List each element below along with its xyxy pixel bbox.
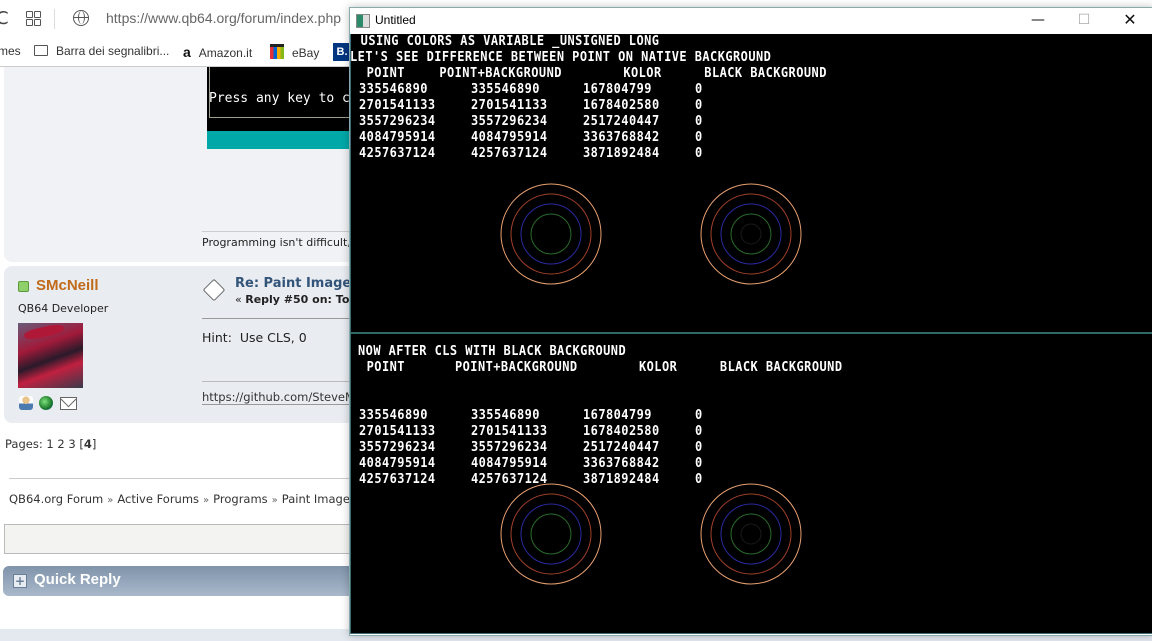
post-username[interactable]: SMcNeill: [36, 277, 99, 294]
circle-ring: [710, 193, 792, 275]
breadcrumb-divider: [9, 478, 364, 479]
circle-ring: [500, 183, 602, 285]
circle-ring: [720, 503, 782, 565]
expand-plus-icon[interactable]: +: [13, 574, 27, 588]
pagination: Pages: 1 2 3 [4]: [5, 437, 97, 451]
circle-ring: [520, 203, 582, 265]
action-bar: [4, 524, 366, 554]
breadcrumb-active-forums[interactable]: Active Forums: [117, 492, 199, 506]
breadcrumb-forum[interactable]: QB64.org Forum: [9, 492, 103, 506]
bookmark-ebay[interactable]: eBay: [270, 44, 319, 60]
app-icon: [356, 14, 370, 28]
minimize-button[interactable]: —: [1015, 8, 1061, 34]
bookmark-amazon[interactable]: a Amazon.it: [183, 44, 252, 60]
page-link-3[interactable]: 3: [68, 437, 75, 451]
circle-ring: [510, 493, 592, 575]
previous-post: Press any key to c Programming isn't dif…: [4, 67, 364, 262]
circle-ring: [530, 213, 572, 255]
apps-icon[interactable]: [26, 11, 41, 26]
online-status-icon: [18, 281, 29, 292]
circle-ring: [740, 523, 762, 545]
quick-reply-header[interactable]: + Quick Reply: [3, 566, 364, 596]
amazon-icon: a: [183, 44, 191, 60]
post-subject[interactable]: Re: Paint Image: [235, 276, 351, 291]
toolbar-separator: [54, 9, 55, 29]
folder-icon: [34, 45, 48, 56]
close-button[interactable]: ✕: [1107, 8, 1152, 34]
post-meta: « Reply #50 on: To: [235, 293, 350, 306]
circle-ring: [520, 503, 582, 565]
program-output: USING COLORS AS VARIABLE _UNSIGNED LONG …: [350, 34, 1152, 634]
ebay-icon: [270, 44, 284, 59]
page-current: 4: [83, 437, 92, 451]
avatar[interactable]: [18, 323, 83, 388]
post-signature-divider: [202, 381, 362, 382]
page-link-2[interactable]: 2: [57, 437, 64, 451]
breadcrumb-programs[interactable]: Programs: [213, 492, 268, 506]
post-body: Hint: Use CLS, 0: [202, 330, 307, 345]
page-link-1[interactable]: 1: [46, 437, 53, 451]
website-globe-icon[interactable]: [39, 396, 53, 410]
screenshot-teal-bar: [207, 131, 357, 149]
quick-reply-label: Quick Reply: [34, 571, 121, 588]
circle-ring: [510, 193, 592, 275]
breadcrumb: QB64.org Forum» Active Forums» Programs» Pa…: [9, 492, 350, 506]
signature-text: Programming isn't difficult,: [202, 236, 351, 249]
breadcrumb-paint-image[interactable]: Paint Image: [282, 492, 350, 506]
signature-divider: [202, 231, 362, 232]
circle-ring: [530, 513, 572, 555]
post-divider: [202, 318, 362, 319]
embedded-screenshot: Press any key to c: [207, 67, 361, 149]
maximize-button[interactable]: ☐: [1061, 8, 1107, 34]
screenshot-text: Press any key to c: [209, 91, 350, 106]
bookmark-folder[interactable]: Barra dei segnalibri...: [34, 44, 169, 58]
window-titlebar[interactable]: Untitled — ☐ ✕: [350, 8, 1152, 34]
signature-link[interactable]: https://github.com/SteveM: [202, 390, 355, 405]
email-icon[interactable]: [60, 397, 77, 410]
program-window[interactable]: Untitled — ☐ ✕ USING COLORS AS VARIABLE …: [349, 7, 1152, 636]
bookmark-games[interactable]: mes: [0, 44, 21, 58]
circle-ring: [500, 483, 602, 585]
circle-ring: [730, 513, 772, 555]
circle-ring: [720, 203, 782, 265]
address-bar[interactable]: https://www.qb64.org/forum/index.php: [106, 10, 341, 26]
circle-ring: [700, 483, 802, 585]
globe-icon: [73, 10, 89, 26]
circles-canvas: [500, 183, 802, 585]
window-title: Untitled: [375, 13, 416, 27]
circle-ring: [730, 213, 772, 255]
circle-ring: [700, 183, 802, 285]
profile-user-icon[interactable]: [19, 396, 33, 410]
circle-ring: [740, 223, 762, 245]
circle-ring: [710, 493, 792, 575]
user-title: QB64 Developer: [18, 302, 109, 315]
reload-icon[interactable]: C: [0, 8, 9, 29]
